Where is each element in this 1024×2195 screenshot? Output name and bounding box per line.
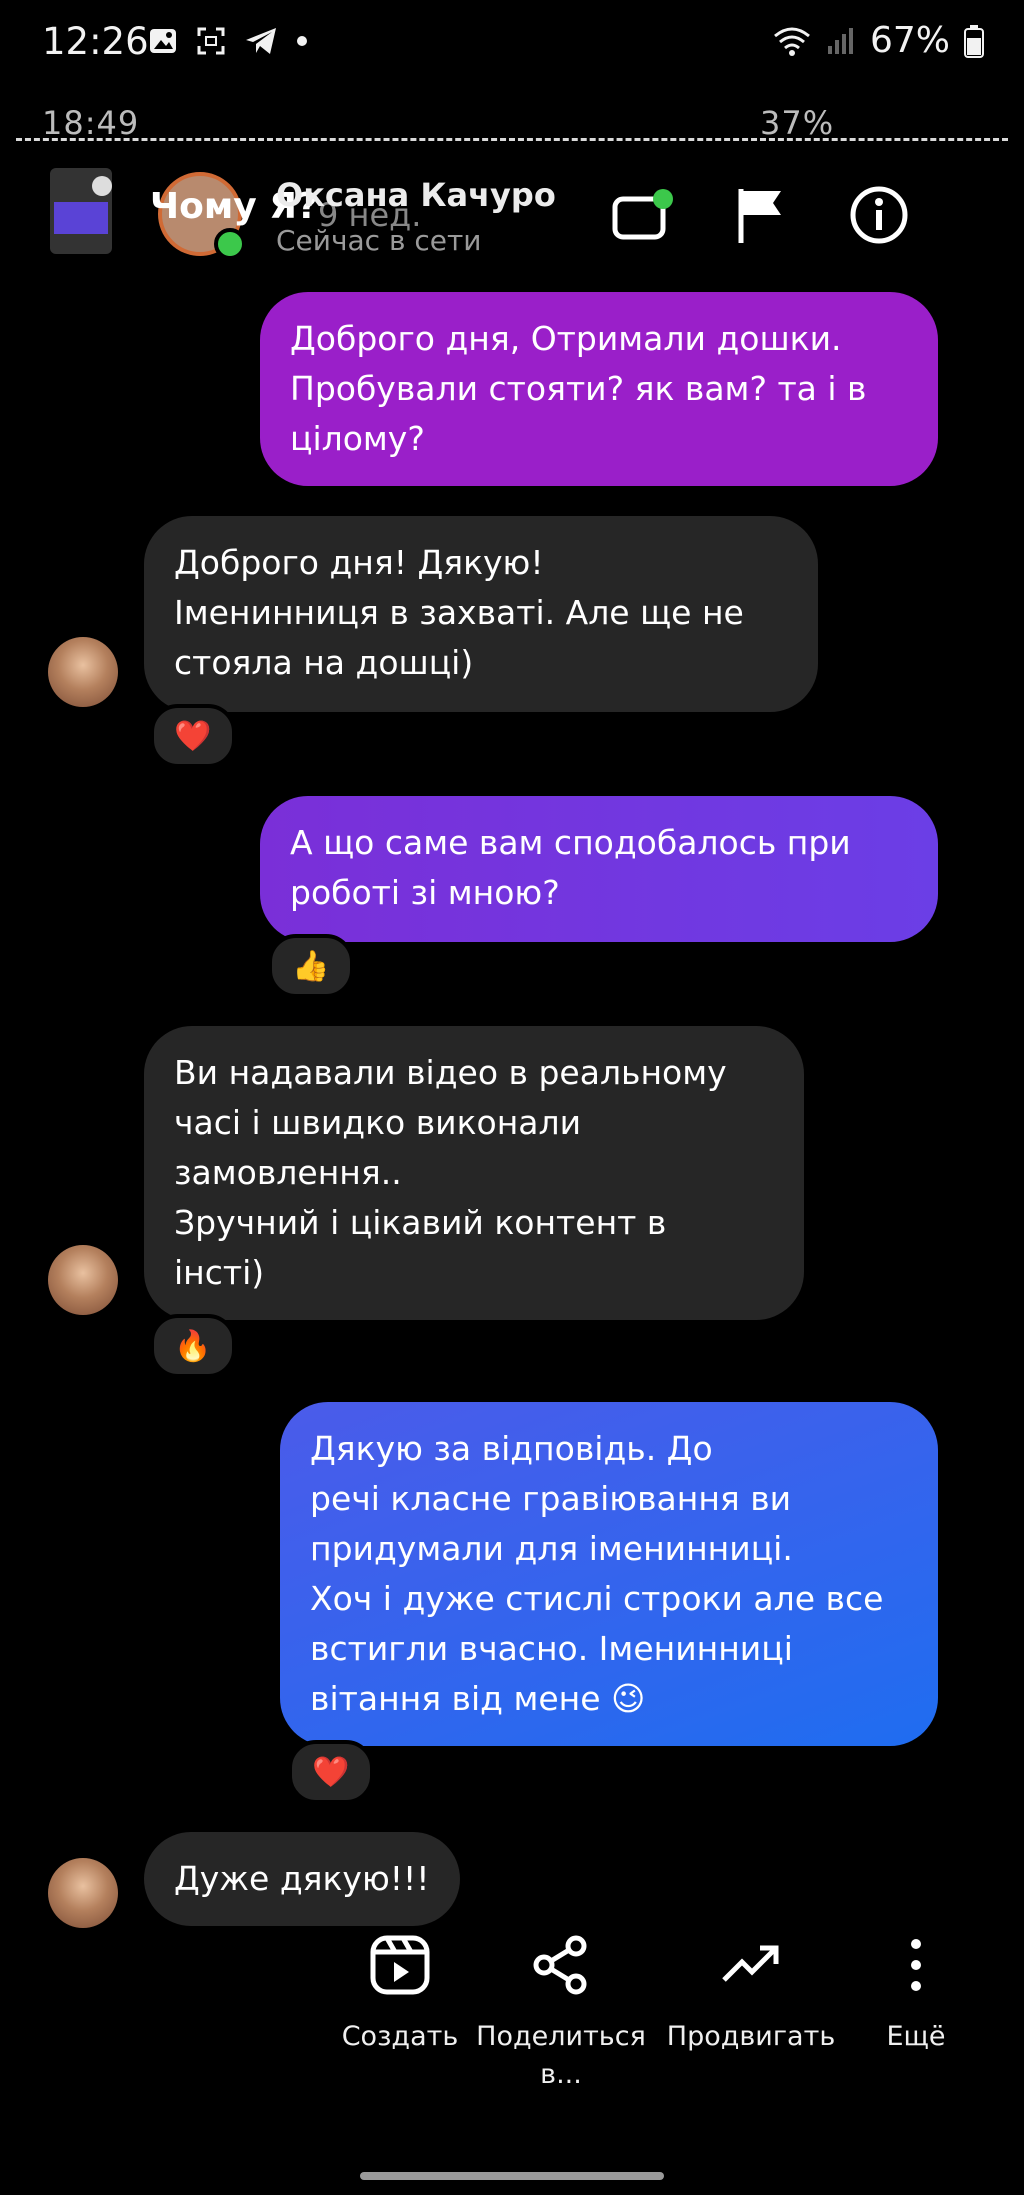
sender-avatar[interactable]: [48, 637, 118, 707]
action-label: Создать: [341, 2021, 459, 2052]
message-outgoing[interactable]: Дякую за відповідь. До речі класне граві…: [280, 1402, 938, 1746]
message-incoming[interactable]: Ви надавали відео в реальному часі і шви…: [144, 1026, 804, 1320]
screenshot-divider: [16, 138, 1008, 141]
more-vertical-icon: [911, 1939, 921, 1991]
status-time: 12:26: [42, 20, 149, 63]
wifi-icon: [774, 27, 810, 56]
reaction-badge[interactable]: 👍: [268, 934, 354, 998]
telegram-icon: [246, 28, 276, 54]
flag-button[interactable]: [726, 180, 796, 250]
status-right: 67%: [772, 20, 984, 61]
trending-icon: [722, 1945, 779, 1982]
battery-percent: 67%: [869, 20, 950, 61]
share-button[interactable]: Поделиться в...: [476, 1934, 646, 2094]
contact-status: Сейчас в сети: [276, 224, 482, 257]
home-indicator[interactable]: [360, 2172, 664, 2180]
contact-name[interactable]: Оксана Качуро: [276, 176, 556, 214]
sender-avatar[interactable]: [48, 1858, 118, 1928]
info-button[interactable]: [844, 180, 914, 250]
message-outgoing[interactable]: Доброго дня, Отримали дошки. Пробували с…: [260, 292, 938, 486]
sender-avatar[interactable]: [48, 1245, 118, 1315]
action-label: Продвигать: [666, 2021, 836, 2052]
message-outgoing[interactable]: А що саме вам сподобалось при роботі зі …: [260, 796, 938, 942]
create-button[interactable]: Создать: [330, 1934, 470, 2056]
message-incoming[interactable]: Дуже дякую!!!: [144, 1832, 460, 1926]
gallery-icon: [150, 29, 176, 53]
reaction-badge[interactable]: ❤️: [288, 1740, 374, 1804]
promote-button[interactable]: Продвигать: [666, 1934, 836, 2056]
screenshot-icon: [197, 27, 225, 55]
online-indicator: [214, 228, 246, 260]
reel-create-icon: [370, 1935, 430, 1995]
battery-icon: [964, 24, 984, 58]
inner-status-time: 18:49: [42, 104, 140, 142]
flag-icon: [738, 189, 781, 243]
dot-icon: [297, 36, 307, 46]
screen-thumbnail[interactable]: [50, 168, 112, 254]
inner-status-battery: 37%: [760, 104, 835, 142]
info-icon: [850, 186, 908, 244]
more-button[interactable]: Ещё: [876, 1934, 956, 2056]
reaction-badge[interactable]: ❤️: [150, 704, 236, 768]
reaction-badge[interactable]: 🔥: [150, 1314, 236, 1378]
video-call-button[interactable]: [608, 180, 678, 250]
signal-icon: [827, 27, 853, 54]
share-icon: [533, 1935, 587, 1995]
status-notification-icons: [148, 26, 308, 56]
message-incoming[interactable]: Доброго дня! Дякую! Іменинниця в захваті…: [144, 516, 818, 712]
action-label: Ещё: [886, 2021, 946, 2052]
video-call-icon: [612, 189, 673, 240]
action-label: Поделиться в...: [476, 2021, 646, 2090]
